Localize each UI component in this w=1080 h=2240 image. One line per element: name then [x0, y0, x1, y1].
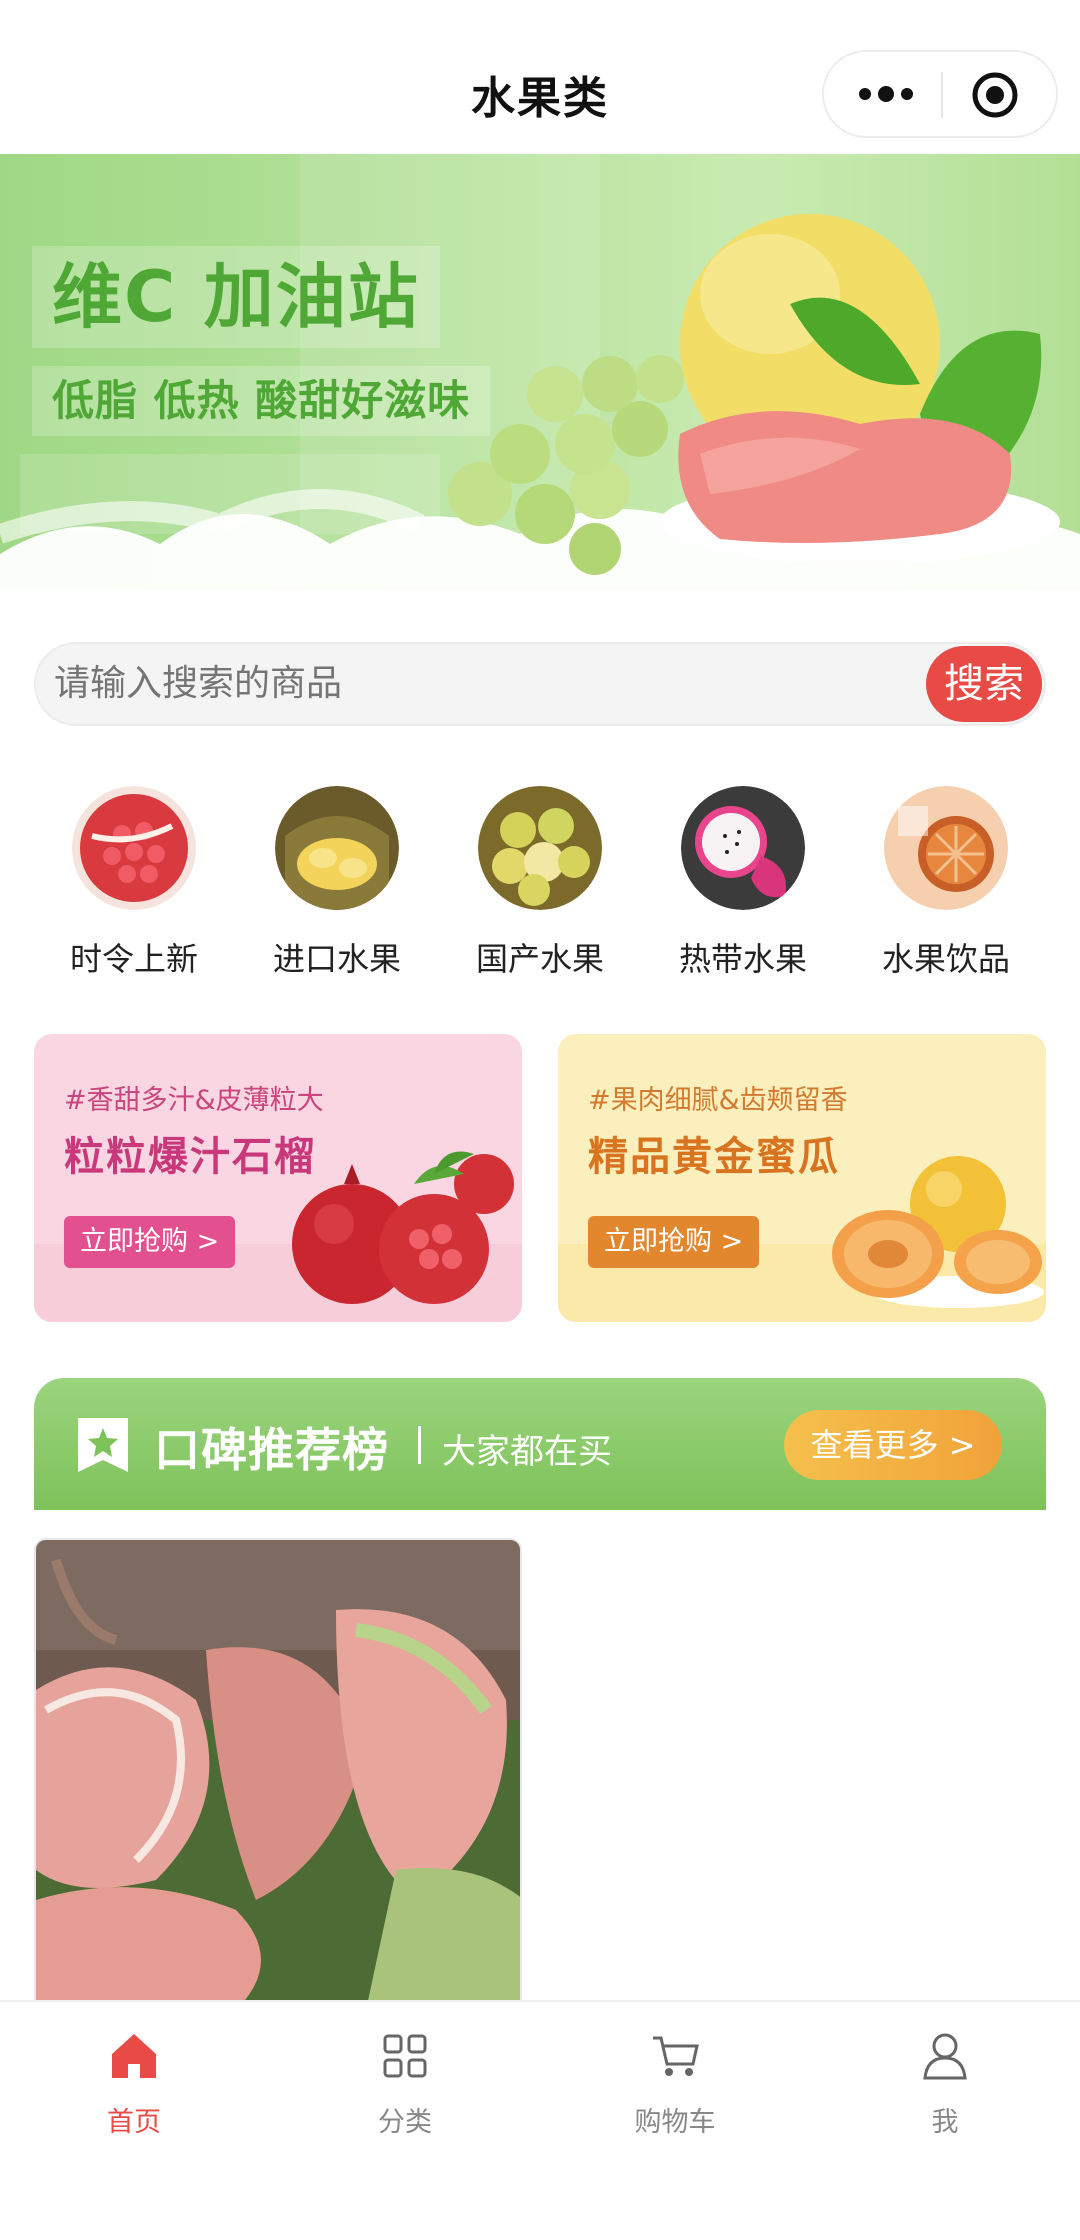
search-bar: 搜索 — [34, 642, 1046, 726]
close-miniprogram-icon[interactable] — [970, 70, 1020, 120]
orange-drink-icon — [884, 786, 1008, 910]
category-label: 热带水果 — [678, 940, 807, 978]
jujube-icon — [478, 786, 602, 910]
category-label: 进口水果 — [272, 940, 401, 978]
pomegranate-icon — [72, 786, 196, 910]
mini-program-capsule — [822, 50, 1058, 138]
buy-now-button[interactable]: 立即抢购 > — [64, 1216, 236, 1268]
dragon-fruit-icon — [681, 786, 805, 910]
category-label: 国产水果 — [475, 940, 604, 978]
tab-cart[interactable]: 购物车 — [585, 2028, 765, 2139]
category-icon — [383, 2034, 427, 2078]
durian-icon — [275, 786, 399, 910]
bookmark-star-icon — [78, 1418, 128, 1472]
category-item[interactable]: 热带水果 — [663, 786, 823, 980]
product-card[interactable] — [34, 1538, 522, 2008]
promo-tag: #果肉细腻&齿颊留香 — [588, 1085, 848, 1116]
navigation-bar: 水果类 — [0, 0, 1080, 154]
search-button[interactable]: 搜索 — [926, 646, 1042, 722]
promo-card-melon[interactable]: #果肉细腻&齿颊留香 精品黄金蜜瓜 立即抢购 > — [558, 1034, 1046, 1322]
promo-title: 精品黄金蜜瓜 — [588, 1134, 840, 1180]
ranking-divider — [418, 1426, 421, 1464]
capsule-divider — [941, 72, 943, 118]
cart-icon — [653, 2036, 699, 2076]
category-label: 水果饮品 — [881, 940, 1010, 978]
category-item[interactable]: 水果饮品 — [866, 786, 1026, 980]
tab-label: 分类 — [378, 2107, 432, 2138]
promo-title: 粒粒爆汁石榴 — [64, 1134, 316, 1180]
promo-card-pomegranate[interactable]: #香甜多汁&皮薄粒大 粒粒爆汁石榴 立即抢购 > — [34, 1034, 522, 1322]
banner-subtitle: 低脂 低热 酸甜好滋味 — [32, 366, 491, 436]
ranking-subtitle: 大家都在买 — [442, 1432, 612, 1472]
category-item[interactable]: 国产水果 — [460, 786, 620, 980]
ranking-header: 口碑推荐榜 大家都在买 查看更多 > — [34, 1378, 1046, 1510]
category-grid: 时令上新 进口水果 国产水果 热带水果 水果饮品 — [0, 786, 1080, 978]
more-icon[interactable] — [856, 82, 916, 106]
tab-label: 首页 — [107, 2107, 161, 2138]
search-input[interactable] — [54, 644, 934, 724]
hero-banner[interactable]: 维C 加油站 低脂 低热 酸甜好滋味 — [0, 154, 1080, 590]
pomelo-product-image — [36, 1540, 520, 2006]
home-icon — [112, 2034, 156, 2078]
category-label: 时令上新 — [69, 940, 198, 978]
view-more-button[interactable]: 查看更多 > — [784, 1410, 1002, 1480]
tab-home[interactable]: 首页 — [44, 2028, 224, 2139]
tab-bar: 首页 分类 购物车 我 — [0, 2000, 1080, 2240]
category-item[interactable]: 进口水果 — [257, 786, 417, 980]
user-icon — [923, 2033, 967, 2080]
category-item[interactable]: 时令上新 — [54, 786, 214, 980]
ranking-title: 口碑推荐榜 — [154, 1423, 389, 1477]
tab-category[interactable]: 分类 — [315, 2028, 495, 2139]
banner-title: 维C 加油站 — [32, 246, 440, 348]
tab-label: 购物车 — [634, 2107, 716, 2138]
page: 水果类 维C 加油站 低脂 低热 酸甜好滋味 请输入搜索的商品 搜索 时令上新 … — [0, 0, 1080, 2240]
buy-now-button[interactable]: 立即抢购 > — [588, 1216, 760, 1268]
tab-label: 我 — [931, 2107, 959, 2138]
tab-me[interactable]: 我 — [855, 2028, 1035, 2139]
promo-tag: #香甜多汁&皮薄粒大 — [64, 1085, 324, 1116]
